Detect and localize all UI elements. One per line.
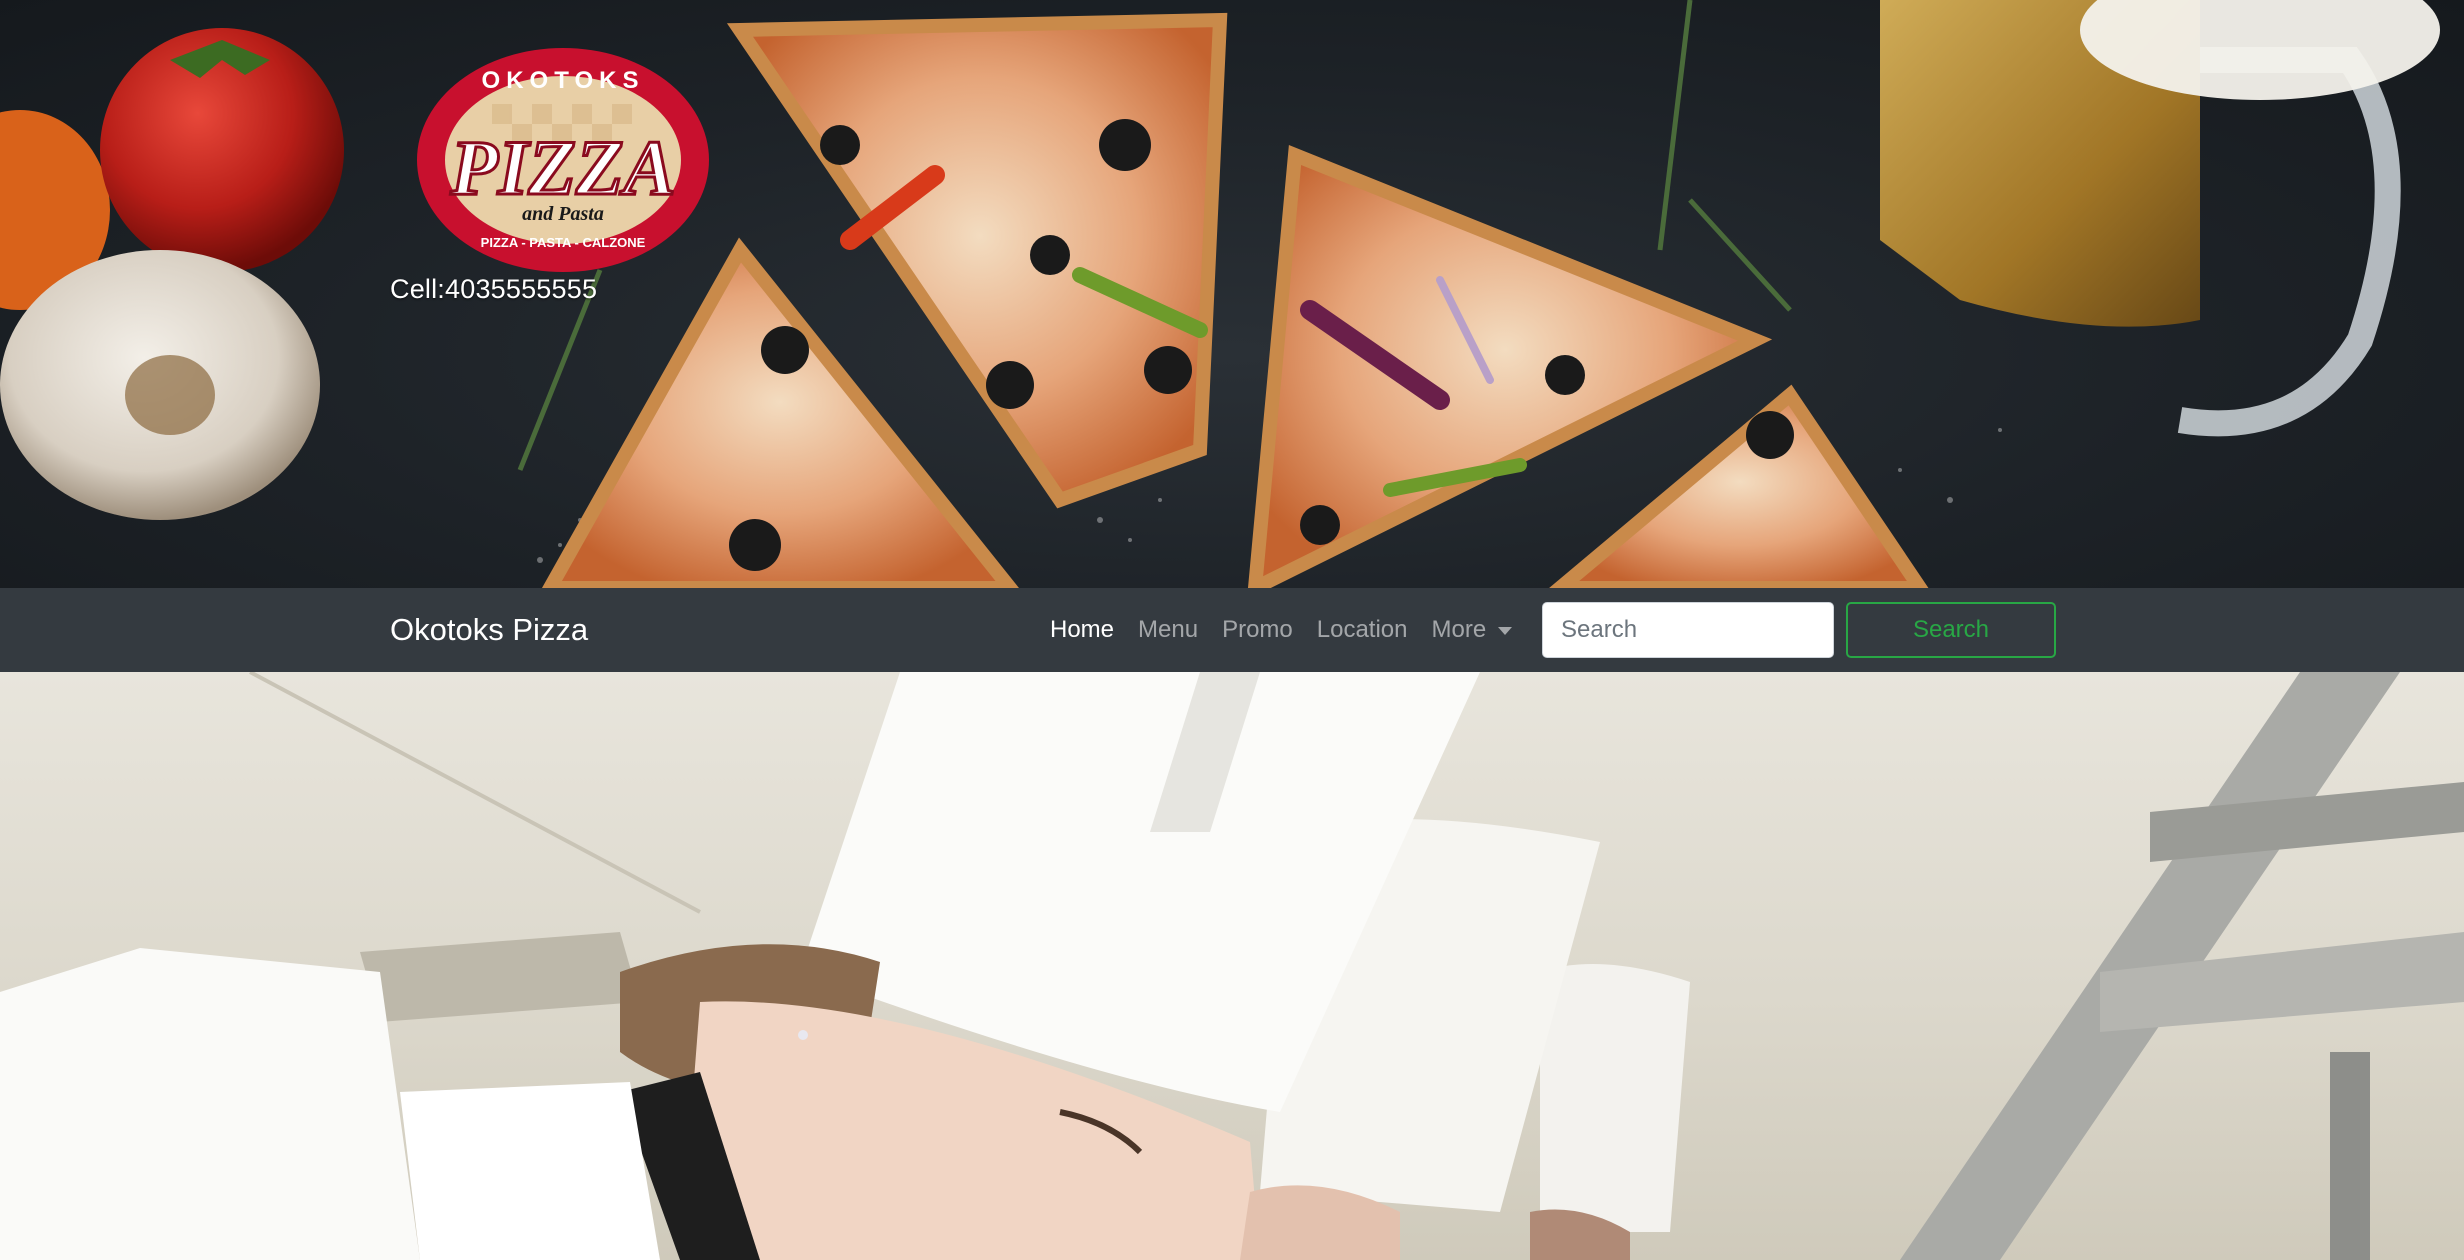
nav-link-home[interactable]: Home: [1038, 616, 1126, 644]
nav-link-more-label: More: [1431, 616, 1487, 643]
nav-link-location[interactable]: Location: [1305, 616, 1420, 644]
okotoks-pizza-logo[interactable]: OKOTOKS PIZZA and Pasta PIZZA - PASTA - …: [412, 44, 714, 276]
pizza-hero-image: [0, 0, 2440, 588]
chefs-banner: [0, 672, 2464, 1260]
nav-link-menu[interactable]: Menu: [1126, 616, 1210, 644]
hero-header: OKOTOKS PIZZA and Pasta PIZZA - PASTA - …: [0, 0, 2464, 588]
logo-top-text: OKOTOKS: [482, 67, 645, 94]
logo-bottom-text: PIZZA - PASTA - CALZONE: [481, 235, 646, 250]
logo-main-text: PIZZA: [449, 124, 675, 211]
phone-number: Cell:4035555555: [390, 274, 598, 304]
main-navbar: Okotoks Pizza Home Menu Promo Location M…: [0, 588, 2464, 672]
nav-links: Home Menu Promo Location More: [1038, 588, 1524, 672]
search-input[interactable]: [1542, 602, 1834, 658]
chefs-kitchen-image: [0, 672, 2464, 1260]
nav-dropdown-more[interactable]: More: [1420, 616, 1525, 644]
caret-down-icon: [1498, 627, 1513, 635]
navbar-brand[interactable]: Okotoks Pizza: [390, 588, 588, 672]
search-button[interactable]: Search: [1846, 602, 2056, 658]
nav-link-promo[interactable]: Promo: [1210, 616, 1305, 644]
logo-sub-text: and Pasta: [522, 203, 604, 225]
